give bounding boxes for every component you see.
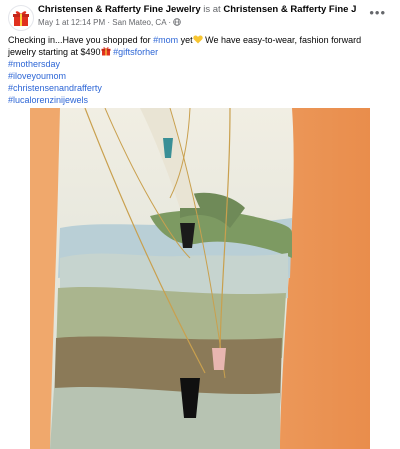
location-link[interactable]: Christensen & Rafferty Fine Jewelry xyxy=(223,4,356,15)
necklace-photo xyxy=(30,108,370,449)
hashtag-mom[interactable]: #mom xyxy=(153,35,178,45)
checkin-connector: is at xyxy=(203,4,221,15)
post-card: Christensen & Rafferty Fine Jewelry is a… xyxy=(0,0,400,449)
post-city[interactable]: San Mateo, CA xyxy=(112,18,166,27)
post-header: Christensen & Rafferty Fine Jewelry is a… xyxy=(0,0,400,32)
post-headline: Christensen & Rafferty Fine Jewelry is a… xyxy=(38,4,356,16)
post-text-2: yet xyxy=(180,35,193,45)
hashtag-giftsforher[interactable]: #giftsforher xyxy=(113,47,158,57)
hashtag-christensenandrafferty[interactable]: #christensenandrafferty xyxy=(8,82,390,94)
meta-separator: · xyxy=(107,18,111,27)
post-photo[interactable] xyxy=(30,108,370,449)
hashtag-lucalorenzinijewels[interactable]: #lucalorenzinijewels xyxy=(8,94,390,106)
hashtag-mothersday[interactable]: #mothersday xyxy=(8,58,390,70)
ellipsis-icon[interactable]: ••• xyxy=(369,6,386,19)
meta-separator-2: · xyxy=(168,18,172,27)
page-avatar[interactable] xyxy=(8,5,34,31)
yellow-heart-icon xyxy=(192,35,203,44)
globe-icon[interactable] xyxy=(173,18,182,26)
post-meta: May 1 at 12:14 PM · San Mateo, CA · xyxy=(38,18,182,28)
gift-icon xyxy=(101,47,111,56)
page-name-link[interactable]: Christensen & Rafferty Fine Jewelry xyxy=(38,4,201,15)
hashtag-iloveyoumom[interactable]: #iloveyoumom xyxy=(8,70,390,82)
gift-logo-icon xyxy=(13,11,29,26)
post-timestamp[interactable]: May 1 at 12:14 PM xyxy=(38,18,105,27)
post-text-1: Checking in...Have you shopped for xyxy=(8,35,151,45)
post-body: Checking in...Have you shopped for #mom … xyxy=(8,34,390,106)
